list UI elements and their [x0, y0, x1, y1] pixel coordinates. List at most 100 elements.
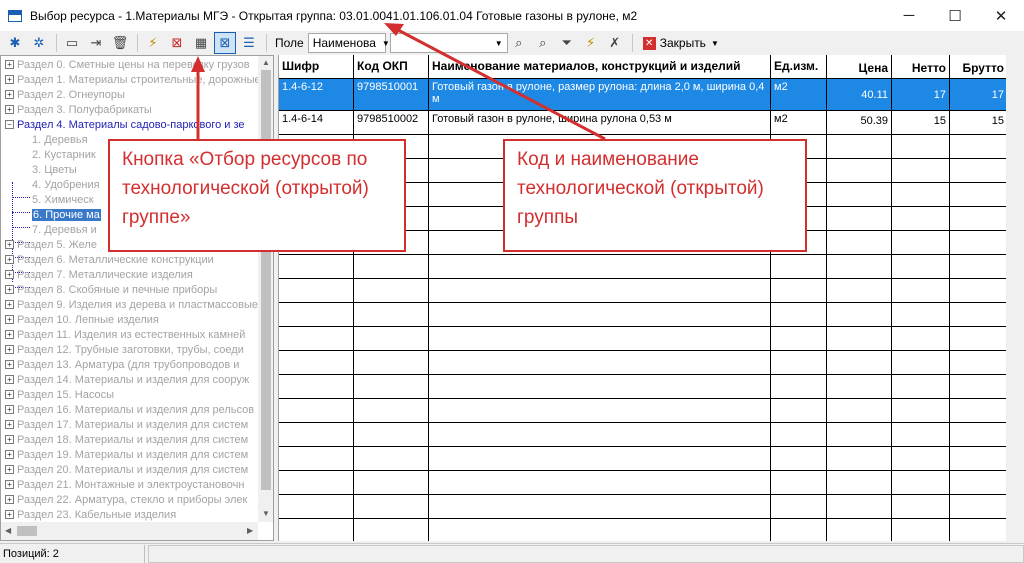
tree-item[interactable]: 7. Деревья и	[32, 222, 97, 237]
expand-icon[interactable]: +	[5, 480, 14, 489]
expand-icon[interactable]: +	[5, 315, 14, 324]
funnel-lightning-icon[interactable]: ⚡	[580, 32, 602, 54]
tree-item[interactable]: 5. Химическ	[32, 192, 94, 207]
column-header-okp[interactable]: Код ОКП	[354, 55, 429, 78]
expand-icon[interactable]: +	[5, 345, 14, 354]
column-header-net[interactable]: Нетто	[892, 55, 950, 78]
tree-item[interactable]: + Раздел 17. Материалы и изделия для сист…	[5, 417, 248, 432]
resource-tree-collapse-icon[interactable]: ✲	[28, 32, 50, 54]
expand-icon[interactable]: +	[5, 360, 14, 369]
filter-clear-icon[interactable]: ⊠	[166, 32, 188, 54]
grid-vertical-scrollbar[interactable]	[1006, 55, 1024, 541]
tree-item[interactable]: 3. Цветы	[32, 162, 77, 177]
tree-item[interactable]: + Раздел 13. Арматура (для трубопроводов …	[5, 357, 239, 372]
empty-table-row[interactable]	[279, 519, 1006, 541]
column-header-gross[interactable]: Брутто	[950, 55, 1006, 78]
expand-icon[interactable]: +	[5, 300, 14, 309]
expand-icon[interactable]: +	[5, 270, 14, 279]
empty-table-row[interactable]	[279, 399, 1006, 423]
table-row[interactable]: 1.4-6-12 9798510001 Готовый газон в руло…	[279, 79, 1006, 111]
collapse-icon[interactable]: −	[5, 120, 14, 129]
tree-item[interactable]: + Раздел 18. Материалы и изделия для сист…	[5, 432, 248, 447]
scroll-thumb[interactable]	[17, 526, 37, 536]
expand-icon[interactable]: +	[5, 495, 14, 504]
delete-icon[interactable]: 🗑	[109, 32, 131, 54]
expand-icon[interactable]: +	[5, 375, 14, 384]
column-header-name[interactable]: Наименование материалов, конструкций и и…	[429, 55, 771, 78]
close-button[interactable]: ✕ Закрыть ▼	[642, 36, 719, 50]
expand-icon[interactable]: +	[5, 105, 14, 114]
tree-item[interactable]: + Раздел 16. Материалы и изделия для рель…	[5, 402, 254, 417]
tree-item[interactable]: 2. Кустарник	[32, 147, 96, 162]
empty-table-row[interactable]	[279, 447, 1006, 471]
tree-item[interactable]: 1. Деревья	[32, 132, 88, 147]
empty-table-row[interactable]	[279, 303, 1006, 327]
tree-item[interactable]: + Раздел 8. Скобяные и печные приборы	[5, 282, 217, 297]
tree-item[interactable]: + Раздел 7. Металлические изделия	[5, 267, 193, 282]
scroll-down-icon[interactable]: ▼	[262, 509, 270, 518]
expand-icon[interactable]: +	[5, 510, 14, 519]
table-view-icon[interactable]: ▦	[190, 32, 212, 54]
expand-icon[interactable]: +	[5, 450, 14, 459]
column-header-price[interactable]: Цена	[827, 55, 892, 78]
tree-item[interactable]: + Раздел 11. Изделия из естественных камн…	[5, 327, 245, 342]
expand-icon[interactable]: +	[5, 255, 14, 264]
expand-icon[interactable]: +	[5, 240, 14, 249]
search-input[interactable]: ▼	[389, 33, 508, 53]
minimize-button[interactable]: ─	[886, 0, 932, 31]
find-previous-icon[interactable]: ⌕	[508, 32, 530, 54]
close-window-button[interactable]: ✕	[978, 0, 1024, 31]
empty-table-row[interactable]	[279, 351, 1006, 375]
scroll-right-icon[interactable]: ▶	[247, 526, 253, 535]
tree-vertical-scrollbar[interactable]: ▲ ▼	[258, 56, 273, 522]
column-header-code[interactable]: Шифр	[279, 55, 354, 78]
tree-item[interactable]: + Раздел 23. Кабельные изделия	[5, 507, 176, 522]
funnel-icon[interactable]: ⏷	[556, 32, 578, 54]
tree-item[interactable]: + Раздел 6. Металлические конструкции	[5, 252, 214, 267]
tree-item[interactable]: + Раздел 15. Насосы	[5, 387, 114, 402]
tree-item[interactable]: + Раздел 12. Трубные заготовки, трубы, со…	[5, 342, 244, 357]
expand-icon[interactable]: +	[5, 420, 14, 429]
maximize-button[interactable]: ☐	[932, 0, 978, 31]
expand-icon[interactable]: +	[5, 330, 14, 339]
scroll-thumb[interactable]	[261, 70, 271, 490]
resource-tree-expand-icon[interactable]: ✱	[4, 32, 26, 54]
expand-icon[interactable]: +	[5, 60, 14, 69]
filter-lightning-icon[interactable]: ⚡	[142, 32, 164, 54]
scroll-up-icon[interactable]: ▲	[262, 58, 270, 67]
tree-item[interactable]: + Раздел 20. Материалы и изделия для сист…	[5, 462, 248, 477]
tree-item[interactable]: + Раздел 3. Полуфабрикаты	[5, 102, 152, 117]
tree-item[interactable]: + Раздел 1. Материалы строительные, дорож…	[5, 72, 261, 87]
card-view-icon[interactable]: ▭	[61, 32, 83, 54]
tree-item[interactable]: 6. Прочие ма	[32, 207, 101, 222]
tree-item[interactable]: + Раздел 19. Материалы и изделия для сист…	[5, 447, 248, 462]
empty-table-row[interactable]	[279, 327, 1006, 351]
empty-table-row[interactable]	[279, 495, 1006, 519]
tree-item[interactable]: 4. Удобрения	[32, 177, 100, 192]
list-view-icon[interactable]: ☰	[238, 32, 260, 54]
resource-grid[interactable]: Шифр Код ОКП Наименование материалов, ко…	[278, 55, 1006, 541]
funnel-clear-icon[interactable]: ✗	[604, 32, 626, 54]
expand-icon[interactable]: +	[5, 465, 14, 474]
tree-item[interactable]: + Раздел 2. Огнеупоры	[5, 87, 125, 102]
field-select[interactable]: Наименова ▼	[307, 33, 390, 53]
expand-icon[interactable]: +	[5, 435, 14, 444]
column-header-unit[interactable]: Ед.изм.	[771, 55, 827, 78]
empty-table-row[interactable]	[279, 279, 1006, 303]
find-next-icon[interactable]: ⌕	[532, 32, 554, 54]
tree-item[interactable]: + Раздел 5. Желе	[5, 237, 97, 252]
empty-table-row[interactable]	[279, 255, 1006, 279]
tree-horizontal-scrollbar[interactable]: ◀ ▶	[1, 522, 258, 540]
expand-icon[interactable]: +	[5, 75, 14, 84]
resource-tree[interactable]: + Раздел 0. Сметные цены на перевозку гру…	[0, 55, 274, 541]
open-group-filter-button[interactable]: ⊠	[214, 32, 236, 54]
expand-icon[interactable]: +	[5, 405, 14, 414]
tree-item[interactable]: + Раздел 0. Сметные цены на перевозку гру…	[5, 57, 250, 72]
tree-item[interactable]: + Раздел 21. Монтажные и электроустановоч…	[5, 477, 244, 492]
expand-icon[interactable]: +	[5, 285, 14, 294]
expand-icon[interactable]: +	[5, 390, 14, 399]
tree-item[interactable]: + Раздел 10. Лепные изделия	[5, 312, 159, 327]
insert-icon[interactable]: ⇥	[85, 32, 107, 54]
empty-table-row[interactable]	[279, 471, 1006, 495]
tree-item[interactable]: − Раздел 4. Материалы садово-паркового и …	[5, 117, 245, 132]
